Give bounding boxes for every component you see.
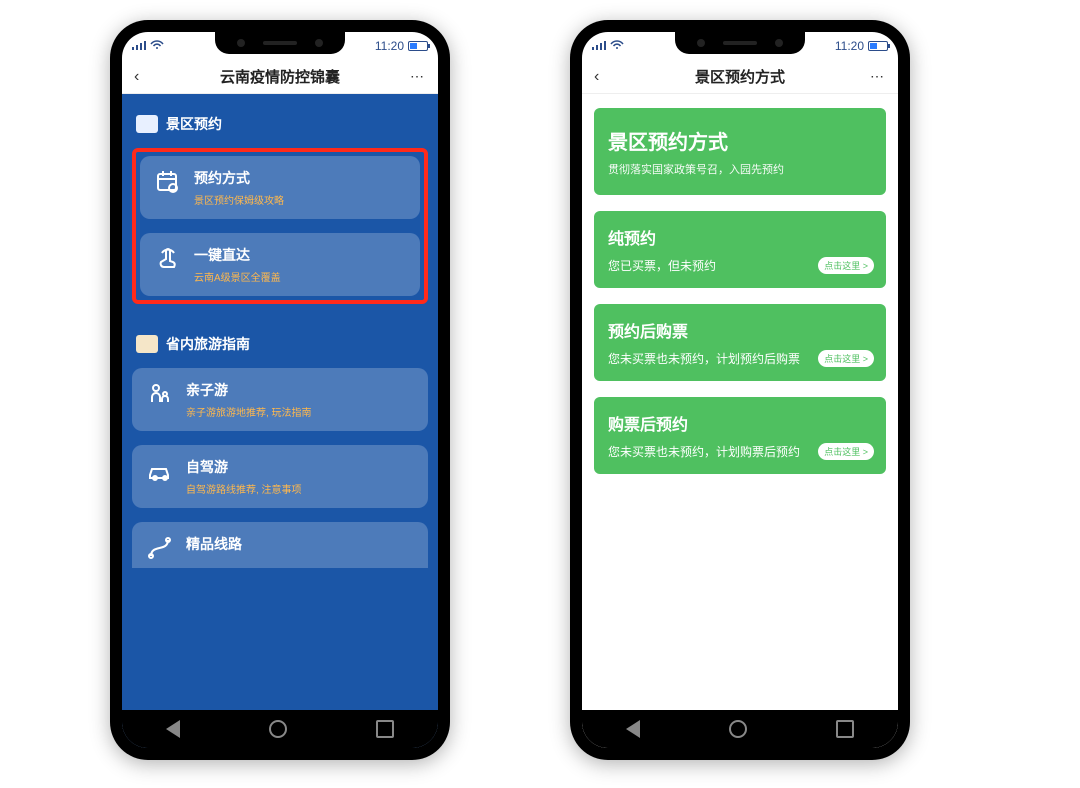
calendar-icon	[154, 168, 182, 196]
phone-right: 11:20 ‹ 景区预约方式 ⋯ 景区预约方式 贯彻落实国家政策号召，入园先预约…	[570, 20, 910, 760]
status-time: 11:20	[835, 39, 864, 53]
battery-icon	[408, 41, 428, 51]
card-one-click[interactable]: 一键直达 云南A级景区全覆盖	[140, 233, 420, 296]
card-title: 一键直达	[194, 245, 281, 265]
android-nav-bar	[582, 710, 898, 748]
status-time: 11:20	[375, 39, 404, 53]
family-icon	[146, 380, 174, 408]
card-reservation-method[interactable]: 预约方式 景区预约保姆级攻略	[140, 156, 420, 219]
card-premium-route[interactable]: 精品线路	[132, 522, 428, 568]
phone-left: 11:20 ‹ 云南疫情防控锦囊 ⋯ 景区预约 预约方式	[110, 20, 450, 760]
card-reserve-then-buy[interactable]: 预约后购票 您未买票也未预约，计划预约后购票 点击这里 >	[594, 304, 886, 381]
click-here-pill[interactable]: 点击这里 >	[818, 443, 874, 460]
card-title: 预约后购票	[608, 318, 872, 342]
section-head-guide: 省内旅游指南	[136, 334, 428, 354]
notch	[215, 32, 345, 54]
screen-right: 11:20 ‹ 景区预约方式 ⋯ 景区预约方式 贯彻落实国家政策号召，入园先预约…	[582, 32, 898, 748]
route-icon	[146, 534, 174, 562]
card-title: 购票后预约	[608, 411, 872, 435]
card-subtitle: 亲子游旅游地推荐, 玩法指南	[186, 404, 312, 419]
car-icon	[146, 457, 174, 485]
more-button[interactable]: ⋯	[410, 68, 426, 85]
card-subtitle: 自驾游路线推荐, 注意事项	[186, 481, 302, 496]
tap-icon	[154, 245, 182, 273]
nav-back-button[interactable]	[626, 720, 640, 738]
reservation-section-icon	[136, 115, 158, 133]
click-here-pill[interactable]: 点击这里 >	[818, 350, 874, 367]
card-subtitle: 云南A级景区全覆盖	[194, 269, 281, 284]
section-title: 省内旅游指南	[166, 334, 250, 354]
nav-recent-button[interactable]	[376, 720, 394, 738]
back-button[interactable]: ‹	[594, 68, 599, 86]
card-title: 亲子游	[186, 380, 312, 400]
card-self-drive[interactable]: 自驾游 自驾游路线推荐, 注意事项	[132, 445, 428, 508]
more-button[interactable]: ⋯	[870, 68, 886, 85]
highlighted-group: 预约方式 景区预约保姆级攻略 一键直达 云南A级景区全覆盖	[132, 148, 428, 304]
page-title: 景区预约方式	[695, 66, 785, 87]
page-title: 云南疫情防控锦囊	[220, 66, 340, 87]
wifi-icon	[610, 39, 624, 53]
battery-icon	[868, 41, 888, 51]
wifi-icon	[150, 39, 164, 53]
screen-left: 11:20 ‹ 云南疫情防控锦囊 ⋯ 景区预约 预约方式	[122, 32, 438, 748]
guide-section-icon	[136, 335, 158, 353]
notch	[675, 32, 805, 54]
card-buy-then-reserve[interactable]: 购票后预约 您未买票也未预约，计划购票后预约 点击这里 >	[594, 397, 886, 474]
nav-home-button[interactable]	[729, 720, 747, 738]
nav-back-button[interactable]	[166, 720, 180, 738]
card-title: 精品线路	[186, 534, 242, 554]
card-title: 纯预约	[608, 225, 872, 249]
card-family-trip[interactable]: 亲子游 亲子游旅游地推荐, 玩法指南	[132, 368, 428, 431]
nav-home-button[interactable]	[269, 720, 287, 738]
card-subtitle: 景区预约保姆级攻略	[194, 192, 284, 207]
signal-icon	[132, 39, 146, 53]
card-title: 自驾游	[186, 457, 302, 477]
section-head-reservation: 景区预约	[136, 114, 428, 134]
hero-card: 景区预约方式 贯彻落实国家政策号召，入园先预约	[594, 108, 886, 195]
section-title: 景区预约	[166, 114, 222, 134]
signal-icon	[592, 39, 606, 53]
card-title: 预约方式	[194, 168, 284, 188]
nav-recent-button[interactable]	[836, 720, 854, 738]
android-nav-bar	[122, 710, 438, 748]
content-left: 景区预约 预约方式 景区预约保姆级攻略	[122, 94, 438, 748]
card-pure-reservation[interactable]: 纯预约 您已买票，但未预约 点击这里 >	[594, 211, 886, 288]
back-button[interactable]: ‹	[134, 68, 139, 86]
content-right: 景区预约方式 贯彻落实国家政策号召，入园先预约 纯预约 您已买票，但未预约 点击…	[582, 94, 898, 748]
hero-subtitle: 贯彻落实国家政策号召，入园先预约	[608, 161, 872, 177]
hero-title: 景区预约方式	[608, 126, 872, 155]
click-here-pill[interactable]: 点击这里 >	[818, 257, 874, 274]
app-header: ‹ 景区预约方式 ⋯	[582, 60, 898, 94]
app-header: ‹ 云南疫情防控锦囊 ⋯	[122, 60, 438, 94]
